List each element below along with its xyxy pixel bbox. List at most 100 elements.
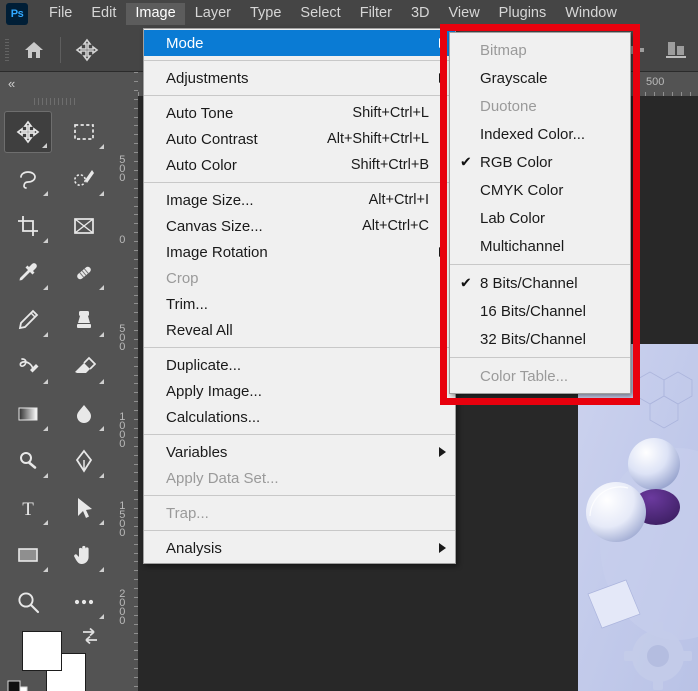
pen-tool[interactable]	[56, 437, 112, 484]
mode-item-label: CMYK Color	[480, 181, 564, 199]
menu-separator	[144, 434, 455, 435]
hand-tool[interactable]	[56, 531, 112, 578]
rectangle-tool[interactable]	[0, 531, 56, 578]
crop-icon	[18, 215, 38, 236]
brush-tool[interactable]	[0, 296, 56, 343]
image-menu-item-auto-color[interactable]: Auto Color Shift+Ctrl+B	[144, 152, 455, 178]
collapse-toolbar-button[interactable]: «	[0, 72, 112, 94]
submenu-arrow-icon	[439, 73, 446, 83]
spot-healing-brush-tool[interactable]	[56, 249, 112, 296]
object-selection-tool[interactable]	[56, 155, 112, 202]
swap-colors-button[interactable]	[80, 627, 100, 650]
default-colors-button[interactable]	[6, 679, 30, 691]
crop-tool[interactable]	[0, 202, 56, 249]
menu-file[interactable]: File	[40, 3, 81, 25]
mode-item-8-bits-channel[interactable]: ✔ 8 Bits/Channel	[450, 269, 630, 297]
rectangular-marquee-tool[interactable]	[56, 108, 112, 155]
menu-image[interactable]: Image	[126, 3, 185, 25]
image-menu-item-variables[interactable]: Variables	[144, 439, 455, 465]
mode-item-grayscale[interactable]: Grayscale	[450, 64, 630, 92]
menu-3d[interactable]: 3D	[402, 3, 439, 25]
menu-select[interactable]: Select	[291, 3, 349, 25]
mode-item-32-bits-channel[interactable]: 32 Bits/Channel	[450, 325, 630, 353]
blur-tool[interactable]	[56, 390, 112, 437]
tool-more-indicator-icon	[42, 142, 47, 148]
zoom-tool[interactable]	[0, 578, 56, 625]
image-menu-item-adjustments[interactable]: Adjustments	[144, 65, 455, 91]
history-brush-tool[interactable]	[0, 343, 56, 390]
toolbar-drag-grip[interactable]	[34, 94, 78, 108]
dodge-tool[interactable]	[0, 437, 56, 484]
submenu-arrow-icon	[439, 447, 446, 457]
menu-item-label: Duplicate...	[166, 356, 242, 374]
tool-more-indicator-icon	[43, 284, 48, 290]
checkmark-icon: ✔	[460, 153, 472, 170]
mode-item-cmyk-color[interactable]: CMYK Color	[450, 176, 630, 204]
horizontal-type-tool[interactable]: T	[0, 484, 56, 531]
image-menu-item-calculations[interactable]: Calculations...	[144, 404, 455, 430]
default-colors-icon	[7, 680, 28, 691]
tool-more-indicator-icon	[43, 519, 48, 525]
image-menu-item-image-rotation[interactable]: Image Rotation	[144, 239, 455, 265]
image-menu-item-crop: Crop	[144, 265, 455, 291]
mode-item-label: Color Table...	[480, 367, 569, 385]
mode-item-lab-color[interactable]: Lab Color	[450, 204, 630, 232]
path-selection-tool[interactable]	[56, 484, 112, 531]
image-menu-item-canvas-size[interactable]: Canvas Size... Alt+Ctrl+C	[144, 213, 455, 239]
edit-toolbar[interactable]	[56, 578, 112, 625]
eyedropper-tool[interactable]	[0, 249, 56, 296]
clone-stamp-tool[interactable]	[56, 296, 112, 343]
photoshop-window: Ps File Edit Image Layer Type Select Filter 3D V…	[0, 0, 698, 691]
image-menu-item-analysis[interactable]: Analysis	[144, 535, 455, 561]
tool-more-indicator-icon	[99, 613, 104, 619]
menu-window[interactable]: Window	[556, 3, 626, 25]
hand-icon	[74, 545, 89, 564]
home-button[interactable]	[12, 30, 56, 70]
image-menu-item-trim[interactable]: Trim...	[144, 291, 455, 317]
image-menu-item-auto-tone[interactable]: Auto Tone Shift+Ctrl+L	[144, 100, 455, 126]
menu-item-label: Apply Image...	[166, 382, 262, 400]
menu-item-label: Analysis	[166, 539, 222, 557]
move-tool[interactable]	[0, 108, 56, 155]
menu-item-label: Calculations...	[166, 408, 261, 426]
document-image	[578, 344, 698, 691]
mode-item-indexed-color[interactable]: Indexed Color...	[450, 120, 630, 148]
lasso-tool[interactable]	[0, 155, 56, 202]
menu-view[interactable]: View	[440, 3, 489, 25]
mode-item-rgb-color[interactable]: ✔ RGB Color	[450, 148, 630, 176]
tool-more-indicator-icon	[43, 378, 48, 384]
menu-type[interactable]: Type	[241, 3, 290, 25]
eraser-tool[interactable]	[56, 343, 112, 390]
menu-item-label: Adjustments	[166, 69, 249, 87]
image-menu-item-image-size[interactable]: Image Size... Alt+Ctrl+I	[144, 187, 455, 213]
menu-item-label: Auto Tone	[166, 104, 234, 122]
gradient-tool[interactable]	[0, 390, 56, 437]
tool-more-indicator-icon	[43, 237, 48, 243]
image-menu-item-duplicate[interactable]: Duplicate...	[144, 352, 455, 378]
menu-item-label: Crop	[166, 269, 199, 287]
menu-filter[interactable]: Filter	[351, 3, 401, 25]
options-bar-grip[interactable]	[4, 36, 12, 63]
foreground-color-swatch[interactable]	[22, 631, 62, 671]
image-menu-item-auto-contrast[interactable]: Auto Contrast Alt+Shift+Ctrl+L	[144, 126, 455, 152]
menu-item-label: Trim...	[166, 295, 208, 313]
align-vertical-button[interactable]	[654, 30, 698, 70]
vertical-ruler[interactable]: 500 0 500 1000 1500 2000	[112, 72, 138, 691]
clone-stamp-icon	[77, 310, 91, 328]
frame-tool[interactable]	[56, 202, 112, 249]
ellipsis-icon	[74, 599, 94, 604]
image-menu-item-apply-image[interactable]: Apply Image...	[144, 378, 455, 404]
home-icon	[25, 41, 43, 58]
image-menu-item-reveal-all[interactable]: Reveal All	[144, 317, 455, 343]
tool-more-indicator-icon	[43, 425, 48, 431]
menu-edit[interactable]: Edit	[82, 3, 125, 25]
menu-plugins[interactable]: Plugins	[490, 3, 556, 25]
mode-item-16-bits-channel[interactable]: 16 Bits/Channel	[450, 297, 630, 325]
menu-layer[interactable]: Layer	[186, 3, 240, 25]
current-tool-button[interactable]	[65, 30, 109, 70]
photoshop-logo: Ps	[6, 3, 28, 25]
image-menu-item-mode[interactable]: Mode	[144, 30, 455, 56]
submenu-arrow-icon	[439, 247, 446, 257]
menu-item-label: Variables	[166, 443, 228, 461]
mode-item-multichannel[interactable]: Multichannel	[450, 232, 630, 260]
